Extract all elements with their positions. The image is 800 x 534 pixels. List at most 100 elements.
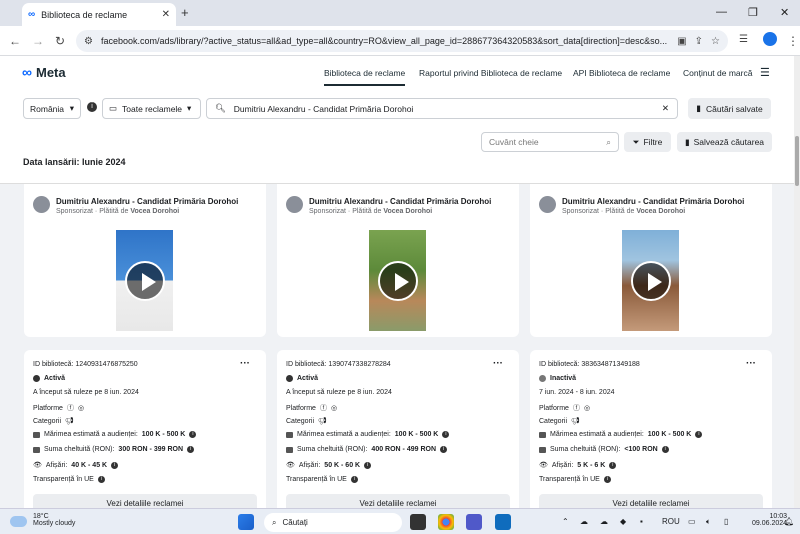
language-indicator[interactable]: ROU — [662, 517, 680, 526]
impressions-value: 5 K - 6 K — [577, 461, 606, 469]
status-icon — [33, 375, 40, 382]
paid-by-name[interactable]: Vocea Dorohoi — [383, 208, 432, 215]
profile-avatar[interactable] — [763, 32, 777, 46]
avatar[interactable] — [33, 196, 50, 213]
info-icon[interactable]: i — [350, 476, 358, 483]
info-icon[interactable]: i — [603, 476, 611, 483]
taskbar-search[interactable]: ⌕ Căutați — [264, 513, 402, 532]
new-tab-icon[interactable]: + — [181, 5, 189, 20]
cloud-sync-icon[interactable]: ☁ — [580, 517, 588, 526]
taskbar-search-label: Căutați — [282, 518, 308, 527]
task-view-icon[interactable] — [410, 514, 426, 530]
video-thumbnail[interactable] — [369, 230, 426, 331]
play-icon[interactable] — [630, 260, 671, 301]
mail-icon[interactable] — [495, 514, 511, 530]
teams-icon[interactable] — [466, 514, 482, 530]
tab-search-icon[interactable]: ☰ — [739, 34, 748, 45]
see-ad-details-button[interactable]: Vezi detaliile reclamei — [33, 494, 257, 508]
info-icon[interactable]: i — [440, 446, 448, 453]
info-icon[interactable]: i — [442, 431, 450, 438]
audience-label: Mărimea estimată a audienței: — [44, 431, 138, 438]
info-icon[interactable]: i — [695, 431, 703, 438]
nav-branded-content[interactable]: Conținut de marcă — [683, 68, 752, 78]
nav-ad-library-report[interactable]: Raportul privind Biblioteca de reclame — [419, 68, 562, 78]
reload-icon[interactable]: ↻ — [55, 34, 65, 48]
url-text[interactable]: facebook.com/ads/library/?active_status=… — [101, 36, 669, 46]
country-select[interactable]: România ▾ — [23, 98, 81, 119]
more-options-icon[interactable]: ··· — [493, 358, 503, 369]
saved-searches-button[interactable]: ▮ Căutări salvate — [688, 98, 771, 119]
run-info: 7 iun. 2024 - 8 iun. 2024 — [539, 389, 615, 396]
spend-label: Suma cheltuită (RON): — [550, 446, 621, 453]
search-value[interactable]: Dumitriu Alexandru - Candidat Primăria D… — [234, 104, 654, 114]
browser-menu-icon[interactable]: ⋮ — [787, 34, 799, 48]
nav-ad-library-api[interactable]: API Biblioteca de reclame — [573, 68, 670, 78]
date: 09.06.2024 — [752, 520, 788, 527]
weather-widget[interactable]: 18°C Mostly cloudy — [10, 513, 75, 527]
app-tray-icon[interactable]: ▪ — [640, 517, 643, 526]
nav-ad-library[interactable]: Biblioteca de reclame — [324, 68, 406, 86]
url-bar[interactable]: ⚙ facebook.com/ads/library/?active_statu… — [76, 30, 728, 52]
more-options-icon[interactable]: ··· — [240, 358, 250, 369]
back-icon[interactable]: ← — [9, 34, 21, 48]
notifications-icon[interactable]: 🔔︎ — [784, 517, 794, 526]
play-icon[interactable] — [124, 260, 165, 301]
play-icon[interactable] — [377, 260, 418, 301]
info-icon[interactable]: i — [111, 461, 119, 469]
scrollbar-thumb[interactable] — [795, 136, 799, 186]
volume-icon[interactable]: 🔈︎ — [706, 517, 711, 527]
advertiser-search-input[interactable]: 🔍︎ Dumitriu Alexandru - Candidat Primări… — [206, 98, 678, 119]
minimize-icon[interactable]: — — [716, 6, 727, 18]
screen-cast-icon[interactable]: ▣ — [677, 36, 686, 47]
bookmark-icon: ▮ — [684, 136, 690, 147]
advertiser-name[interactable]: Dumitriu Alexandru - Candidat Primăria D… — [309, 197, 491, 206]
forward-icon[interactable]: → — [32, 34, 44, 48]
advertiser-name[interactable]: Dumitriu Alexandru - Candidat Primăria D… — [562, 197, 744, 206]
site-settings-icon[interactable]: ⚙ — [84, 36, 93, 47]
ad-type-select[interactable]: ▭ Toate reclamele ▾ — [102, 98, 201, 119]
see-ad-details-button[interactable]: Vezi detaliile reclamei — [286, 494, 510, 508]
window-close-icon[interactable]: ✕ — [780, 6, 789, 19]
advertiser-name[interactable]: Dumitriu Alexandru - Candidat Primăria D… — [56, 197, 238, 206]
info-icon[interactable]: i — [87, 102, 97, 112]
clear-search-icon[interactable]: ✕ — [662, 103, 669, 114]
filters-button[interactable]: ⏷ Filtre — [624, 132, 671, 152]
info-icon[interactable]: i — [189, 431, 197, 438]
hamburger-menu-icon[interactable]: ☰ — [760, 66, 770, 79]
windows-start-icon[interactable] — [238, 514, 254, 530]
more-options-icon[interactable]: ··· — [746, 358, 756, 369]
paid-by-name[interactable]: Vocea Dorohoi — [130, 208, 179, 215]
meta-logo[interactable]: ∞ Meta — [22, 64, 66, 80]
share-icon[interactable]: ⇪ — [695, 36, 703, 47]
page-scrollbar[interactable] — [794, 56, 800, 508]
save-search-button[interactable]: ▮ Salvează căutarea — [677, 132, 772, 152]
close-tab-icon[interactable]: ✕ — [162, 9, 170, 20]
info-icon[interactable]: i — [187, 446, 195, 453]
instagram-icon: ◎ — [583, 405, 591, 412]
chrome-icon[interactable] — [438, 514, 454, 530]
avatar[interactable] — [539, 196, 556, 213]
info-icon[interactable]: i — [661, 446, 669, 453]
ad-details-card: ID bibliotecă: 1240931476875250 ··· Acti… — [24, 350, 266, 508]
video-thumbnail[interactable] — [116, 230, 173, 331]
battery-icon[interactable]: ▯ — [724, 517, 728, 526]
ad-creative-card: Dumitriu Alexandru - Candidat Primăria D… — [277, 184, 519, 337]
bookmark-star-icon[interactable]: ☆ — [711, 36, 720, 47]
restore-icon[interactable]: ❐ — [748, 6, 758, 19]
info-icon[interactable]: i — [609, 461, 617, 469]
info-icon[interactable]: i — [97, 476, 105, 483]
see-ad-details-button[interactable]: Vezi detaliile reclamei — [539, 494, 763, 508]
video-thumbnail[interactable] — [622, 230, 679, 331]
clock[interactable]: 10:03 09.06.2024 — [752, 513, 787, 527]
network-icon[interactable]: ▭ — [688, 517, 696, 526]
info-icon[interactable]: i — [364, 461, 372, 469]
dropbox-icon[interactable]: ◆ — [620, 517, 626, 526]
browser-tab[interactable]: ∞ Biblioteca de reclame ✕ — [22, 3, 176, 26]
avatar[interactable] — [286, 196, 303, 213]
chevron-up-icon[interactable]: ⌃ — [562, 517, 569, 526]
spend-value: <100 RON — [624, 446, 658, 453]
paid-by-name[interactable]: Vocea Dorohoi — [636, 208, 685, 215]
onedrive-icon[interactable]: ☁ — [600, 517, 608, 526]
keyword-search-input[interactable]: Cuvânt cheie ⌕ — [481, 132, 619, 152]
instagram-icon: ◎ — [330, 405, 338, 412]
